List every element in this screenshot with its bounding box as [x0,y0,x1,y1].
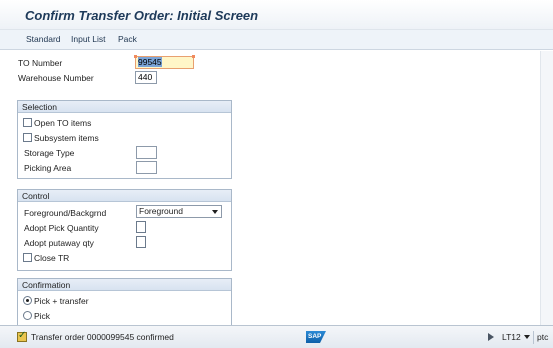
pick-transfer-radio[interactable] [23,296,32,305]
adopt-putaway-checkbox[interactable] [136,236,146,248]
to-number-field[interactable]: 99545 [135,56,194,69]
to-number-label: TO Number [18,58,63,68]
open-to-items-checkbox[interactable] [23,118,32,127]
pick-label: Pick [34,311,51,321]
storage-type-field[interactable] [136,146,157,159]
confirmation-group: Confirmation Pick + transfer Pick [17,278,232,328]
status-divider [533,331,534,344]
required-marker [134,55,137,58]
status-message: Transfer order 0000099545 confirmed [31,332,174,342]
adopt-putaway-label: Adopt putaway qty [24,238,94,248]
close-tr-checkbox[interactable] [23,253,32,262]
selection-group-title: Selection [22,102,57,112]
sap-logo: SAP [306,331,326,343]
chevron-down-icon [212,210,218,214]
storage-type-label: Storage Type [24,148,75,158]
pick-radio[interactable] [23,311,32,320]
picking-area-label: Picking Area [24,163,72,173]
control-group: Control Foreground/Backgrnd Foreground A… [17,189,232,271]
status-bar: ✓ Transfer order 0000099545 confirmed SA… [0,325,553,348]
chevron-down-icon[interactable] [524,335,530,339]
adopt-pick-label: Adopt Pick Quantity [24,223,99,233]
warehouse-number-label: Warehouse Number [18,73,94,83]
control-group-title: Control [22,191,50,201]
subsystem-items-label: Subsystem items [34,133,99,143]
vertical-scrollbar[interactable] [540,51,553,325]
standard-button[interactable]: Standard [26,34,61,44]
pick-transfer-label: Pick + transfer [34,296,89,306]
title-bar: Confirm Transfer Order: Initial Screen [0,0,553,30]
page-title: Confirm Transfer Order: Initial Screen [25,8,259,23]
pack-button[interactable]: Pack [118,34,137,44]
picking-area-field[interactable] [136,161,157,174]
transaction-code: LT12 [502,332,521,342]
fg-bg-dropdown[interactable]: Foreground [136,205,222,218]
play-icon[interactable] [488,333,494,341]
system-host: ptc [537,332,549,342]
selection-group: Selection Open TO items Subsystem items … [17,100,232,179]
required-marker [192,55,195,58]
confirmation-group-header: Confirmation [18,279,231,291]
fg-bg-value: Foreground [139,206,183,216]
main-area: TO Number 99545 Warehouse Number 440 Sel… [0,51,553,328]
close-tr-label: Close TR [34,253,70,263]
to-number-value: 99545 [138,57,162,67]
control-group-header: Control [18,190,231,202]
adopt-pick-checkbox[interactable] [136,221,146,233]
warehouse-number-field[interactable]: 440 [135,71,157,84]
success-check-icon: ✓ [17,330,27,342]
open-to-items-label: Open TO items [34,118,92,128]
application-toolbar: Standard Input List Pack [0,30,553,50]
selection-group-header: Selection [18,101,231,113]
input-list-button[interactable]: Input List [71,34,106,44]
subsystem-items-checkbox[interactable] [23,133,32,142]
fg-bg-label: Foreground/Backgrnd [24,208,107,218]
confirmation-group-title: Confirmation [22,280,71,290]
